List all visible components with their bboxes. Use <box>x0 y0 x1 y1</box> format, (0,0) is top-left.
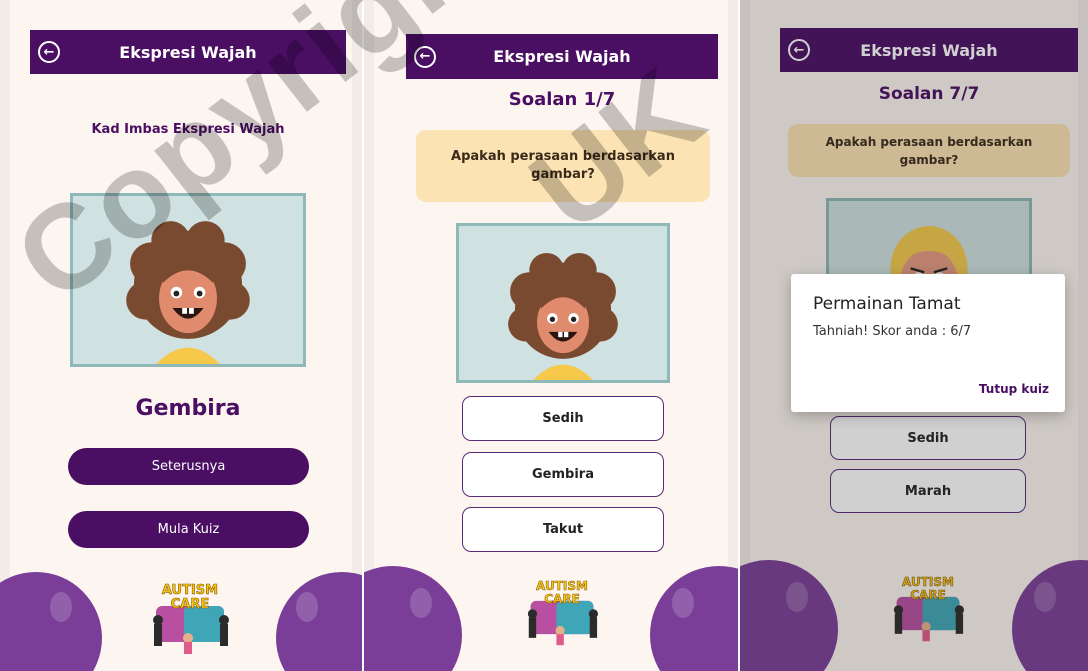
decor-blob-right <box>650 566 738 671</box>
back-arrow-icon[interactable]: ← <box>38 41 60 63</box>
answer-option-sedih[interactable]: Sedih <box>462 396 664 441</box>
next-button[interactable]: Seterusnya <box>68 448 309 485</box>
screen-flashcard: ← Ekspresi Wajah Kad Imbas Ekspresi Waja… <box>0 0 362 671</box>
start-quiz-button[interactable]: Mula Kuiz <box>68 511 309 548</box>
back-arrow-icon[interactable]: ← <box>414 45 436 68</box>
girl-happy-icon <box>460 226 666 380</box>
app-title: Ekspresi Wajah <box>493 47 631 66</box>
question-counter: Soalan 1/7 <box>508 89 616 110</box>
decor-blob-left <box>0 572 102 671</box>
screen-quiz-question: ← Ekspresi Wajah Soalan 1/7 Apakah peras… <box>364 0 738 671</box>
app-title: Ekspresi Wajah <box>119 42 257 62</box>
phone-bezel-left <box>0 0 10 671</box>
svg-text:CARE: CARE <box>544 592 580 606</box>
decor-blob-left <box>364 566 462 671</box>
answer-option-takut[interactable]: Takut <box>462 507 664 552</box>
autism-care-logo: AUTISM CARE <box>527 579 598 646</box>
app-bar: ← Ekspresi Wajah <box>30 30 346 74</box>
face-image <box>456 223 670 383</box>
close-quiz-button[interactable]: Tutup kuiz <box>979 382 1049 396</box>
dialog-score-message: Tahniah! Skor anda : 6/7 <box>813 324 972 339</box>
game-over-dialog: Permainan Tamat Tahniah! Skor anda : 6/7… <box>791 274 1065 412</box>
autism-care-logo: AUTISM CARE <box>153 583 229 654</box>
girl-happy-icon <box>74 196 302 364</box>
decor-blob-right <box>276 572 362 671</box>
answer-option-gembira[interactable]: Gembira <box>462 452 664 497</box>
svg-text:CARE: CARE <box>171 597 210 612</box>
emotion-label: Gembira <box>135 396 241 421</box>
app-bar: ← Ekspresi Wajah <box>406 34 718 79</box>
svg-text:AUTISM: AUTISM <box>162 583 218 598</box>
screen-quiz-result: ← Ekspresi Wajah Soalan 7/7 Apakah peras… <box>740 0 1088 671</box>
phone-bezel-right <box>352 0 362 671</box>
question-box: Apakah perasaan berdasarkan gambar? <box>416 130 710 202</box>
dialog-title: Permainan Tamat <box>813 294 961 314</box>
svg-text:AUTISM: AUTISM <box>536 579 588 593</box>
card-subtitle: Kad Imbas Ekspresi Wajah <box>91 122 285 137</box>
face-image-happy <box>70 193 306 367</box>
